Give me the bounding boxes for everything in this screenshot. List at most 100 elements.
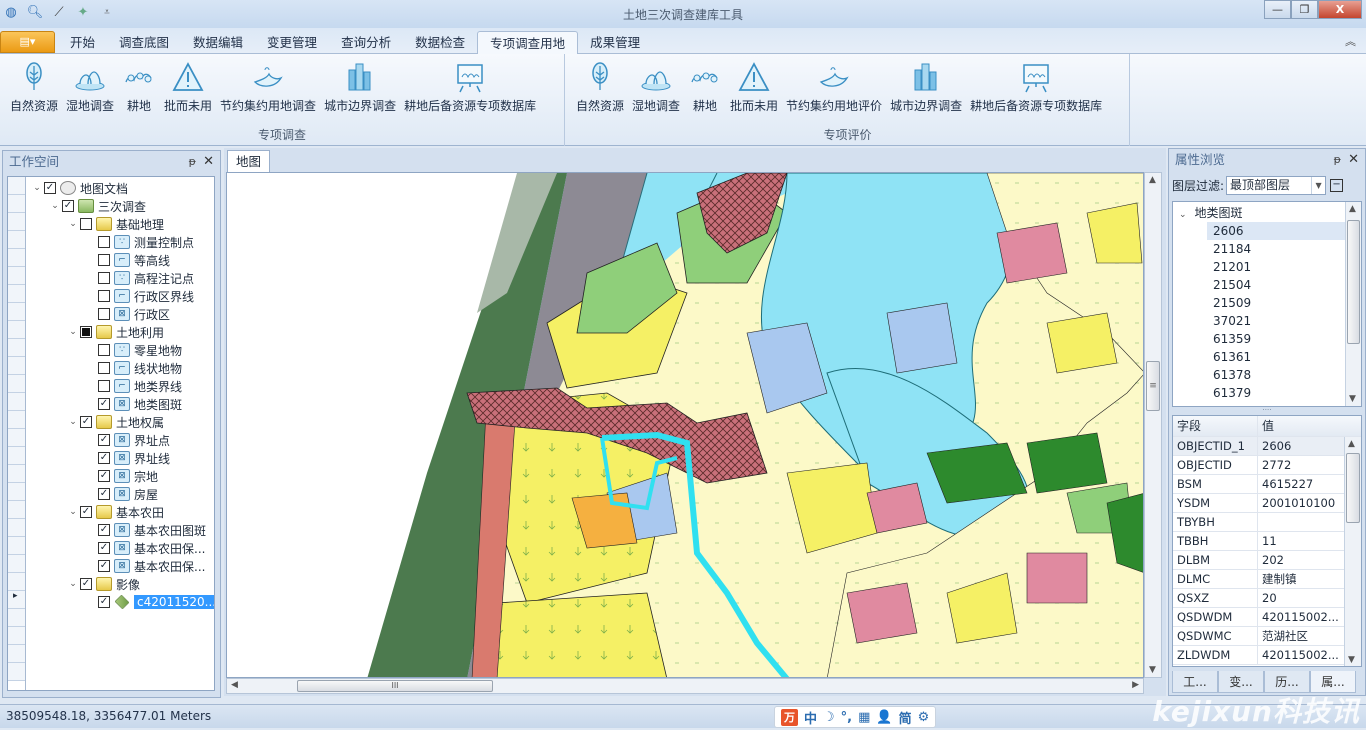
field-value[interactable]: 2001010100 — [1258, 494, 1344, 512]
layer-checkbox[interactable] — [98, 254, 110, 266]
feature-root[interactable]: ⌄ 地类图斑 — [1179, 204, 1243, 221]
ribbon-tab[interactable]: 调查底图 — [107, 31, 181, 54]
layer-checkbox[interactable]: ✓ — [44, 182, 56, 194]
ribbon-tab[interactable]: 数据编辑 — [181, 31, 255, 54]
ribbon-button[interactable]: 节约集约用地评价 — [782, 58, 886, 114]
ribbon-tab[interactable]: 专项调查用地 — [477, 31, 579, 54]
settings-gear-icon[interactable]: ⚙ — [918, 710, 930, 725]
map-vertical-scrollbar[interactable]: ▲ ≡ ▼ — [1144, 172, 1162, 678]
scroll-down-arrow[interactable]: ▼ — [1348, 655, 1355, 665]
feature-item[interactable]: 21184 — [1207, 240, 1345, 258]
layer-checkbox[interactable]: ✓ — [98, 452, 110, 464]
attribute-row[interactable]: ZLDWDM 420115002... — [1173, 646, 1361, 665]
attribute-row[interactable]: TBYBH — [1173, 513, 1361, 532]
layer-checkbox[interactable]: ✓ — [98, 542, 110, 554]
ribbon-tab[interactable]: 成果管理 — [578, 31, 652, 54]
chevron-down-icon[interactable]: ⌄ — [66, 219, 80, 229]
layer-checkbox[interactable]: ✓ — [62, 200, 74, 212]
field-value[interactable]: 420115002... — [1258, 646, 1344, 664]
tree-node[interactable]: ✓ c42011520... — [84, 593, 214, 611]
attribute-scroll-thumb[interactable] — [1346, 453, 1360, 523]
ribbon-button[interactable]: 耕地 — [118, 58, 160, 114]
layer-checkbox[interactable]: ✓ — [98, 470, 110, 482]
scroll-right-arrow[interactable]: ▶ — [1132, 680, 1139, 690]
ribbon-button[interactable]: 城市边界调查 — [886, 58, 966, 114]
tree-node[interactable]: ⌐ 行政区界线 — [84, 287, 194, 305]
layer-checkbox[interactable] — [98, 344, 110, 356]
chevron-down-icon[interactable]: ▼ — [1311, 177, 1325, 194]
scroll-up-arrow[interactable]: ▲ — [1149, 175, 1156, 185]
chevron-down-icon[interactable]: ⌄ — [66, 579, 80, 589]
value-column-header[interactable]: 值 — [1258, 416, 1344, 436]
tree-node[interactable]: ✓ ⊠ 基本农田保... — [84, 539, 205, 557]
vertical-scroll-thumb[interactable]: ≡ — [1146, 361, 1160, 411]
tree-node[interactable]: ⌄ ✓ 三次调查 — [48, 197, 146, 215]
minimize-button[interactable]: — — [1264, 0, 1291, 19]
scroll-up-arrow[interactable]: ▲ — [1348, 439, 1355, 449]
field-value[interactable]: 420115002... — [1258, 608, 1344, 626]
punctuation-icon[interactable]: °, — [841, 710, 852, 725]
tree-node[interactable]: ⌄ ✓ 地图文档 — [30, 179, 128, 197]
feature-list-scrollbar[interactable]: ▲ ▼ — [1345, 202, 1361, 406]
ribbon-tab[interactable]: 查询分析 — [329, 31, 403, 54]
user-icon[interactable]: 👤 — [876, 710, 892, 725]
restore-button[interactable]: ❐ — [1291, 0, 1318, 19]
attribute-row[interactable]: YSDM 2001010100 — [1173, 494, 1361, 513]
moon-icon[interactable]: ☽ — [823, 710, 835, 725]
layer-checkbox[interactable] — [98, 308, 110, 320]
ribbon-button[interactable]: 耕地后备资源专项数据库 — [966, 58, 1106, 114]
feature-item[interactable]: 21509 — [1207, 294, 1345, 312]
layer-filter-select[interactable]: 最顶部图层 ▼ — [1226, 176, 1327, 195]
layer-checkbox[interactable] — [98, 290, 110, 302]
layer-checkbox[interactable]: ✓ — [98, 524, 110, 536]
tree-node[interactable]: ⌄ ✓ 基本农田 — [66, 503, 164, 521]
ribbon-tab[interactable]: 开始 — [58, 31, 107, 54]
layer-checkbox[interactable]: ✓ — [98, 488, 110, 500]
feature-item[interactable]: 37021 — [1207, 312, 1345, 330]
chevron-down-icon[interactable]: ⌄ — [1179, 210, 1187, 220]
feature-item[interactable]: 2606 — [1207, 222, 1345, 240]
chevron-down-icon[interactable]: ⌄ — [66, 507, 80, 517]
ribbon-button[interactable]: 耕地后备资源专项数据库 — [400, 58, 540, 114]
ribbon-button[interactable]: 自然资源 — [6, 58, 62, 114]
scroll-down-arrow[interactable]: ▼ — [1349, 394, 1356, 404]
ribbon-button[interactable]: 湿地调查 — [628, 58, 684, 114]
feature-item[interactable]: 61379 — [1207, 384, 1345, 402]
tree-node[interactable]: ✓ ⊠ 基本农田图斑 — [84, 521, 206, 539]
layer-checkbox[interactable] — [98, 362, 110, 374]
scroll-down-arrow[interactable]: ▼ — [1149, 665, 1156, 675]
ribbon-button[interactable]: 批而未用 — [726, 58, 782, 114]
scroll-left-arrow[interactable]: ◀ — [231, 680, 238, 690]
file-menu-button[interactable]: ▤▾ — [0, 31, 55, 53]
layer-checkbox[interactable]: ✓ — [98, 596, 110, 608]
chevron-down-icon[interactable]: ⌄ — [66, 417, 80, 427]
ribbon-button[interactable]: 城市边界调查 — [320, 58, 400, 114]
pin-icon[interactable]: ᵽ — [189, 151, 196, 173]
ribbon-button[interactable]: 节约集约用地调查 — [216, 58, 320, 114]
chevron-down-icon[interactable]: ⌄ — [48, 201, 62, 211]
tree-node[interactable]: ✓ ⊠ 界址点 — [84, 431, 170, 449]
tab-map[interactable]: 地图 — [227, 150, 271, 172]
tree-node[interactable]: ✓ ⊠ 基本农田保... — [84, 557, 205, 575]
tree-node[interactable]: ⌄ 土地利用 — [66, 323, 164, 341]
layer-checkbox[interactable]: ✓ — [98, 560, 110, 572]
chevron-down-icon[interactable]: ⌄ — [66, 327, 80, 337]
layer-checkbox[interactable] — [80, 218, 92, 230]
layer-checkbox[interactable]: ✓ — [98, 398, 110, 410]
field-value[interactable]: 2606 — [1258, 437, 1344, 455]
layer-checkbox[interactable]: ✓ — [80, 506, 92, 518]
collapse-all-button[interactable]: − — [1330, 179, 1344, 192]
attribute-row[interactable]: OBJECTID 2772 — [1173, 456, 1361, 475]
tree-node[interactable]: ✓ ⊠ 界址线 — [84, 449, 170, 467]
ribbon-button[interactable]: 批而未用 — [160, 58, 216, 114]
feature-scroll-thumb[interactable] — [1347, 220, 1360, 344]
feature-item[interactable]: 21201 — [1207, 258, 1345, 276]
chevron-down-icon[interactable]: ⌄ — [30, 183, 44, 193]
feature-item[interactable]: 61378 — [1207, 366, 1345, 384]
layer-checkbox[interactable] — [98, 236, 110, 248]
attribute-row[interactable]: BSM 4615227 — [1173, 475, 1361, 494]
tree-node[interactable]: ∵ 高程注记点 — [84, 269, 194, 287]
layer-checkbox[interactable] — [80, 326, 92, 338]
ribbon-tab[interactable]: 数据检查 — [403, 31, 477, 54]
ribbon-button[interactable]: 耕地 — [684, 58, 726, 114]
